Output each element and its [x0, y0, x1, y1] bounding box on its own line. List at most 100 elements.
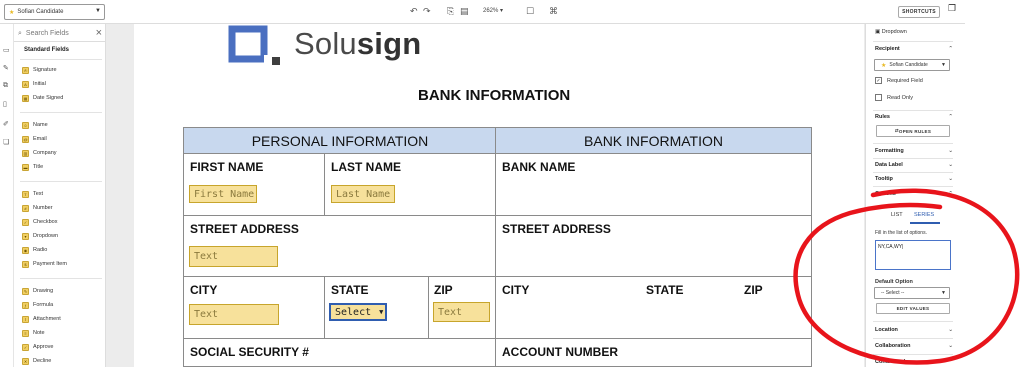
- field-attachment[interactable]: ⌇ Attachment: [22, 313, 61, 325]
- bank-name-label: BANK NAME: [502, 160, 576, 174]
- close-icon[interactable]: ×: [96, 27, 102, 39]
- document-icon[interactable]: ▯: [3, 100, 7, 108]
- solusign-logo-icon: [228, 25, 280, 65]
- logo-wordmark: Solusign: [294, 26, 421, 62]
- field-drawing[interactable]: ✎ Drawing: [22, 285, 53, 297]
- formatting-heading[interactable]: Formatting ⌄: [875, 148, 953, 154]
- number-icon: #: [22, 204, 29, 212]
- zoom-dropdown[interactable]: 262% ▾: [483, 7, 503, 14]
- edit-values-button[interactable]: EDIT VALUES: [876, 303, 950, 314]
- read-only-checkbox[interactable]: [875, 94, 882, 101]
- zoom-level: 262%: [483, 8, 499, 14]
- tab-series[interactable]: SERIES: [914, 212, 934, 218]
- field-decline[interactable]: ✕ Decline: [22, 355, 51, 367]
- copy-icon[interactable]: ❐: [948, 3, 956, 14]
- read-only-label: Read Only: [887, 95, 913, 101]
- recipient-dropdown[interactable]: ★ Sofian Candidate ▼: [4, 4, 105, 20]
- tooltip-heading[interactable]: Tooltip ⌄: [875, 176, 953, 182]
- bank-info-header: BANK INFORMATION: [496, 128, 811, 154]
- field-number[interactable]: # Number: [22, 202, 53, 214]
- field-label: Drawing: [33, 288, 54, 294]
- field-approve[interactable]: ✓ Approve: [22, 341, 54, 353]
- field-payment-item[interactable]: $ Payment Item: [22, 258, 67, 270]
- logo-bold: sign: [356, 26, 422, 61]
- tree-icon[interactable]: ⌘: [549, 6, 558, 17]
- account-number-label: ACCOUNT NUMBER: [502, 345, 618, 359]
- chevron-down-icon: ⌄: [948, 148, 953, 154]
- field-text[interactable]: T Text: [22, 188, 43, 200]
- payment-icon: $: [22, 260, 29, 268]
- field-company[interactable]: ▥ Company: [22, 147, 57, 159]
- state-label: STATE: [331, 283, 369, 297]
- brush-icon: ✎: [22, 287, 29, 295]
- divider: [428, 276, 429, 338]
- copy-icon[interactable]: ⎘: [447, 6, 454, 17]
- divider: [873, 338, 953, 339]
- last-name-field[interactable]: Last Name: [331, 185, 395, 203]
- options-heading[interactable]: Options ⌃: [875, 191, 953, 197]
- icon-rail: ▭ ✎ ⧉ ▯ ✐ ❏: [0, 24, 14, 367]
- field-email[interactable]: @ Email: [22, 133, 47, 145]
- first-name-field[interactable]: First Name: [189, 185, 257, 203]
- collaboration-heading[interactable]: Collaboration ⌄: [875, 343, 953, 349]
- field-formula[interactable]: ƒ Formula: [22, 299, 53, 311]
- x-icon: ✕: [22, 357, 29, 365]
- paste-icon[interactable]: ▤: [460, 6, 469, 17]
- fields-icon[interactable]: ▭: [3, 46, 10, 54]
- divider: [184, 338, 811, 339]
- search-input[interactable]: ⌕ Search Fields ×: [14, 26, 106, 42]
- chevron-down-icon: ⌄: [948, 176, 953, 182]
- field-initial[interactable]: A Initial: [22, 78, 46, 90]
- comment-icon[interactable]: ☐: [526, 6, 534, 17]
- default-option-value: -- Select --: [881, 290, 905, 296]
- initial-icon: A: [22, 80, 29, 88]
- dropdown-icon: ▣: [875, 29, 881, 35]
- formatting-label: Formatting: [875, 148, 904, 154]
- tab-list-label: LIST: [891, 212, 903, 218]
- field-date-signed[interactable]: ▦ Date Signed: [22, 92, 63, 104]
- conditional-heading[interactable]: Conditional: [875, 359, 953, 365]
- field-checkbox[interactable]: ✓ Checkbox: [22, 216, 57, 228]
- undo-icon[interactable]: ↶: [410, 6, 418, 17]
- zip-field[interactable]: Text: [433, 302, 490, 322]
- shortcuts-button[interactable]: SHORTCUTS: [898, 6, 940, 18]
- chevron-down-icon: ▼: [379, 308, 384, 316]
- signature-icon[interactable]: ✎: [3, 64, 9, 72]
- field-title[interactable]: ▬ Title: [22, 161, 43, 173]
- field-note[interactable]: ≡ Note: [22, 327, 45, 339]
- required-field-checkbox[interactable]: ✓: [875, 77, 882, 84]
- options-textarea[interactable]: NY,CA,WY|: [875, 240, 951, 270]
- first-name-label: FIRST NAME: [190, 160, 264, 174]
- field-label: Approve: [33, 344, 54, 350]
- field-dropdown[interactable]: ▾ Dropdown: [22, 230, 58, 242]
- open-rules-button[interactable]: ⇄ OPEN RULES: [876, 125, 950, 137]
- recipient-select[interactable]: ★ Sofian Candidate ▼: [874, 59, 950, 71]
- building-icon: ▥: [22, 149, 29, 157]
- field-radio[interactable]: ◉ Radio: [22, 244, 47, 256]
- pages-icon[interactable]: ❏: [3, 138, 9, 146]
- group-icon[interactable]: ⧉: [3, 82, 8, 90]
- edit-values-label: EDIT VALUES: [896, 306, 930, 311]
- divider: [873, 186, 953, 187]
- field-signature[interactable]: ✍ Signature: [22, 64, 57, 76]
- redo-icon[interactable]: ↷: [423, 6, 431, 17]
- active-tab-indicator: [910, 222, 940, 224]
- city-field[interactable]: Text: [189, 304, 279, 325]
- field-name[interactable]: ☺ Name: [22, 119, 48, 131]
- data-label-heading[interactable]: Data Label ⌄: [875, 162, 953, 168]
- chevron-down-icon: ▼: [941, 290, 946, 296]
- field-label: Note: [33, 330, 45, 336]
- person-icon: ☺: [22, 121, 29, 129]
- note-icon: ≡: [22, 329, 29, 337]
- recipient-heading[interactable]: Recipient ⌃: [875, 46, 953, 52]
- state-dropdown-field[interactable]: Select ▼: [329, 303, 387, 321]
- shortcuts-label: SHORTCUTS: [902, 9, 936, 15]
- street-address-field[interactable]: Text: [189, 246, 278, 267]
- rules-heading[interactable]: Rules ⌃: [875, 114, 953, 120]
- pen-icon[interactable]: ✐: [3, 120, 9, 128]
- default-option-label: Default Option: [875, 279, 913, 285]
- default-option-select[interactable]: -- Select -- ▼: [874, 287, 950, 299]
- location-heading[interactable]: Location ⌄: [875, 327, 953, 333]
- star-icon: ★: [881, 62, 887, 69]
- tab-list[interactable]: LIST: [891, 212, 903, 218]
